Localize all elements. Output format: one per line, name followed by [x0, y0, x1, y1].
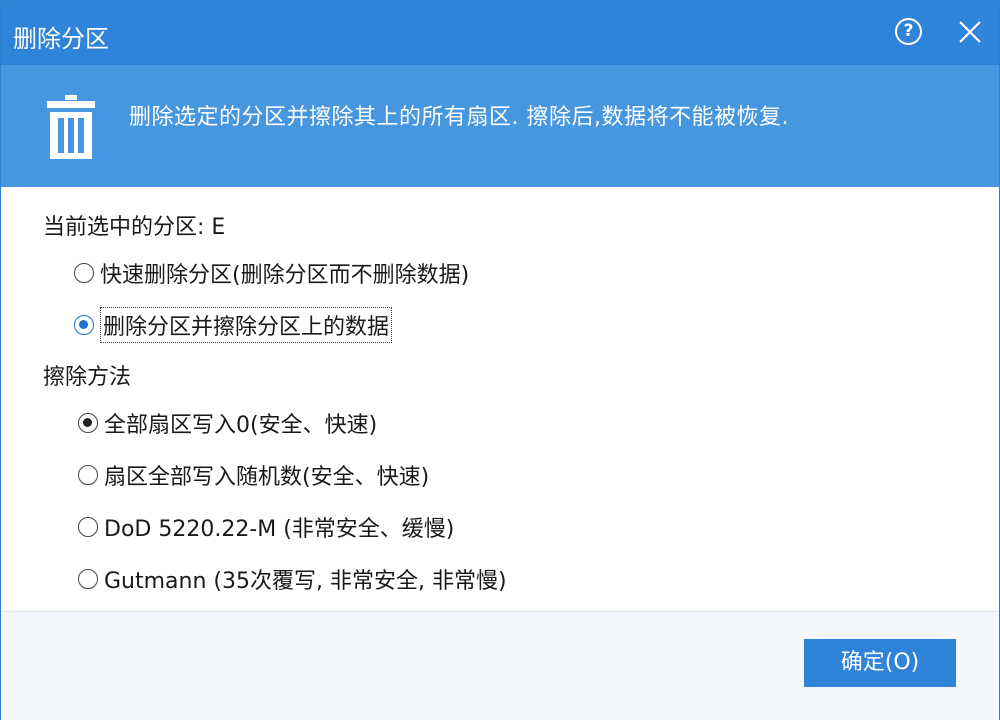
dialog-footer: 确定(O)	[1, 611, 999, 720]
wipe-dod-option[interactable]: DoD 5220.22-M (非常安全、缓慢)	[78, 511, 454, 543]
radio-wipe-gutmann[interactable]	[78, 569, 98, 589]
delete-and-wipe-option[interactable]: 删除分区并擦除分区上的数据	[74, 307, 393, 343]
delete-and-wipe-label: 删除分区并擦除分区上的数据	[100, 307, 393, 343]
wipe-dod-label: DoD 5220.22-M (非常安全、缓慢)	[104, 517, 455, 542]
wipe-zero-label: 全部扇区写入0(安全、快速)	[104, 413, 378, 438]
info-banner: 删除选定的分区并擦除其上的所有扇区. 擦除后,数据将不能被恢复.	[1, 65, 999, 187]
trash-icon	[47, 95, 95, 159]
wipe-method-label: 擦除方法	[43, 365, 132, 390]
wipe-random-label: 扇区全部写入随机数(安全、快速)	[104, 465, 430, 490]
radio-wipe-zero[interactable]	[78, 413, 98, 433]
wipe-random-option[interactable]: 扇区全部写入随机数(安全、快速)	[78, 459, 429, 491]
dialog-content: 当前选中的分区: E 快速删除分区(删除分区而不删除数据) 删除分区并擦除分区上…	[1, 187, 999, 611]
wipe-gutmann-option[interactable]: Gutmann (35次覆写, 非常安全, 非常慢)	[78, 563, 507, 595]
quick-delete-label: 快速删除分区(删除分区而不删除数据)	[100, 263, 470, 288]
banner-message: 删除选定的分区并擦除其上的所有扇区. 擦除后,数据将不能被恢复.	[129, 105, 789, 130]
delete-partition-dialog: 删除分区 ? 删除选定的分区并擦除其上的所有扇区. 擦除后,数据将不能被恢复. …	[0, 0, 1000, 720]
close-icon[interactable]	[956, 18, 984, 46]
radio-wipe-dod[interactable]	[78, 517, 98, 537]
window-title: 删除分区	[13, 25, 109, 53]
radio-quick-delete[interactable]	[74, 263, 94, 283]
wipe-gutmann-label: Gutmann (35次覆写, 非常安全, 非常慢)	[104, 569, 507, 594]
title-bar[interactable]: 删除分区 ?	[1, 1, 999, 65]
help-icon[interactable]: ?	[895, 18, 922, 45]
wipe-zero-option[interactable]: 全部扇区写入0(安全、快速)	[78, 407, 377, 439]
radio-wipe-random[interactable]	[78, 465, 98, 485]
current-partition-label: 当前选中的分区: E	[43, 215, 226, 240]
quick-delete-option[interactable]: 快速删除分区(删除分区而不删除数据)	[74, 257, 469, 289]
ok-button[interactable]: 确定(O)	[804, 639, 956, 687]
radio-delete-and-wipe[interactable]	[74, 315, 94, 335]
